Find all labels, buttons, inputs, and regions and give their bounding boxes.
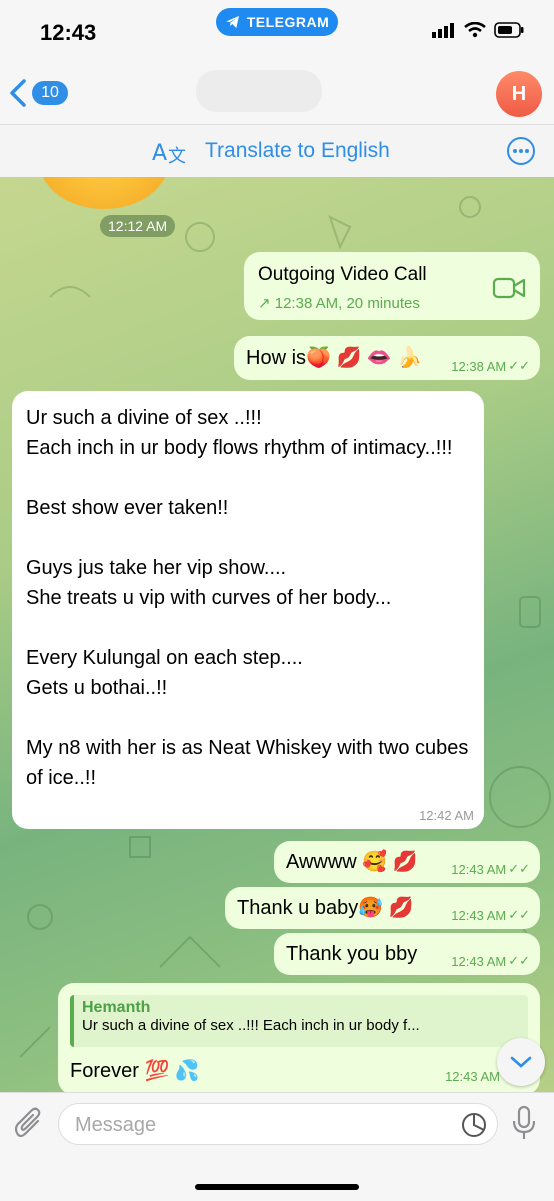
more-options-icon[interactable] [506, 136, 536, 166]
status-bar: 12:43 TELEGRAM [0, 0, 554, 62]
avatar[interactable]: H [496, 71, 542, 117]
call-subtitle: ↗ 12:38 AM, 20 minutes [258, 294, 420, 312]
message-time-chip: 12:12 AM [100, 215, 176, 237]
double-check-icon: ✓✓ [508, 861, 530, 876]
double-check-icon: ✓✓ [508, 907, 530, 922]
outgoing-call-bubble[interactable]: Outgoing Video Call ↗ 12:38 AM, 20 minut… [244, 252, 540, 320]
outgoing-reply-message[interactable]: Hemanth Ur such a divine of sex ..!!! Ea… [58, 983, 540, 1092]
double-check-icon: ✓✓ [508, 358, 530, 373]
double-check-icon: ✓✓ [508, 953, 530, 968]
message-meta: 12:43 AM ✓✓ [451, 861, 530, 877]
translate-bar: A 文 Translate to English [0, 124, 554, 178]
outgoing-message[interactable]: Awwww 🥰 💋 12:43 AM ✓✓ [274, 841, 540, 883]
telegram-plane-icon [226, 16, 239, 28]
status-time: 12:43 [40, 20, 97, 45]
outgoing-message[interactable]: Thank you bby 12:43 AM ✓✓ [274, 933, 540, 975]
message-text: Awwww 🥰 💋 [286, 851, 418, 873]
message-time: 12:38 AM [451, 358, 507, 374]
reply-quote[interactable]: Hemanth Ur such a divine of sex ..!!! Ea… [70, 995, 528, 1047]
reply-preview: Ur such a divine of sex ..!!! Each inch … [82, 1017, 420, 1034]
message-meta: 12:43 AM [445, 1069, 500, 1084]
translate-icon: A 文 [152, 141, 186, 166]
message-time: 12:43 AM [451, 907, 507, 923]
message-text: Thank you bby [286, 943, 418, 965]
message-meta: 12:38 AM ✓✓ [451, 358, 530, 374]
message-field[interactable] [58, 1103, 498, 1146]
message-text: Ur such a divine of sex ..!!! Each inch … [26, 407, 469, 789]
svg-text:A: A [152, 141, 167, 166]
redacted-chat-title[interactable] [196, 70, 322, 112]
reply-author: Hemanth [82, 999, 151, 1016]
message-meta: 12:43 AM ✓✓ [451, 907, 530, 923]
microphone-icon[interactable] [512, 1105, 536, 1141]
message-text: How is🍑 💋 👄 🍌 [246, 347, 423, 369]
attach-icon[interactable] [14, 1107, 44, 1141]
call-duration: 12:38 AM, 20 minutes [274, 295, 420, 312]
chat-header: 10 H [0, 62, 554, 124]
message-time: 12:42 AM [419, 808, 474, 823]
chevron-down-icon [510, 1056, 532, 1068]
back-button[interactable]: 10 [8, 78, 68, 108]
scroll-to-bottom-button[interactable] [497, 1038, 545, 1086]
message-time: 12:43 AM [451, 861, 507, 877]
message-time: 12:43 AM [451, 953, 507, 969]
sticker-icon[interactable] [461, 1112, 487, 1138]
system-icons [432, 22, 524, 38]
outgoing-arrow-icon: ↗ [258, 295, 271, 312]
translate-button[interactable]: Translate to English [205, 139, 390, 163]
telegram-pill[interactable]: TELEGRAM [216, 8, 338, 36]
chevron-left-icon [10, 79, 26, 107]
battery-icon [494, 22, 524, 38]
message-text: Thank u baby🥵 💋 [237, 897, 414, 919]
message-input[interactable] [73, 1104, 447, 1146]
call-title: Outgoing Video Call [258, 264, 427, 285]
outgoing-message[interactable]: Thank u baby🥵 💋 12:43 AM ✓✓ [225, 887, 540, 929]
pill-label: TELEGRAM [246, 14, 330, 30]
message-time: 12:43 AM [445, 1069, 500, 1084]
outgoing-message[interactable]: How is🍑 💋 👄 🍌 12:38 AM ✓✓ [234, 336, 540, 380]
video-camera-icon[interactable] [492, 276, 526, 300]
home-indicator [195, 1184, 359, 1190]
chat-area[interactable]: 12:12 AM Outgoing Video Call ↗ 12:38 AM,… [0, 177, 554, 1092]
signal-icon [432, 23, 454, 38]
svg-text:文: 文 [168, 146, 186, 166]
message-text: Forever 💯 💦 [70, 1060, 200, 1082]
message-meta: 12:43 AM ✓✓ [451, 953, 530, 969]
message-meta: 12:42 AM [419, 808, 474, 823]
incoming-message[interactable]: Ur such a divine of sex ..!!! Each inch … [12, 391, 484, 829]
wifi-icon [464, 22, 486, 38]
unread-count-badge: 10 [32, 81, 68, 105]
